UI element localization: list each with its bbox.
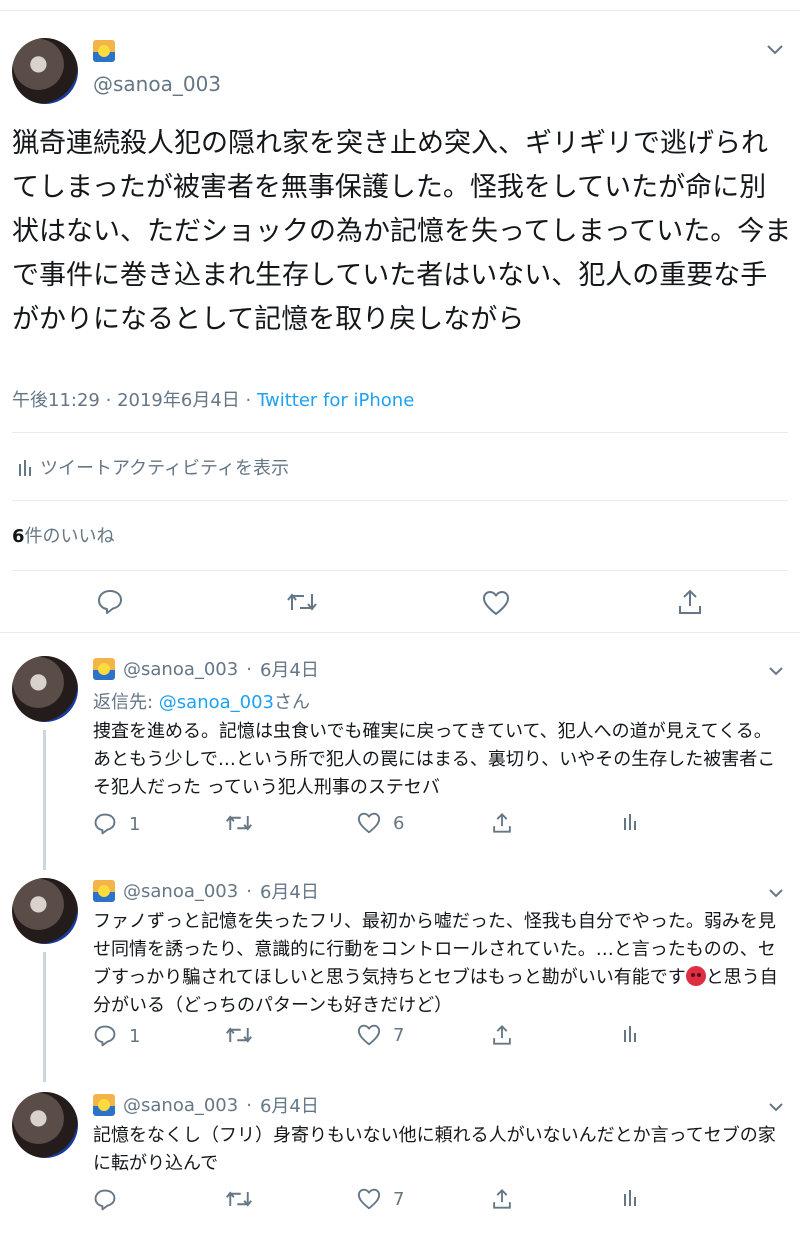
sunrise-emoji (93, 1094, 115, 1116)
reply-tweet[interactable]: @sanoa_003 · 6月4日 記憶をなくし（フリ）身寄りもいない他に頼れる… (0, 1092, 800, 1232)
chevron-down-icon[interactable] (766, 40, 784, 61)
meta-separator: · (245, 390, 252, 411)
stats-icon (18, 458, 32, 481)
like-button[interactable]: 7 (357, 1024, 404, 1046)
reply-to-suffix: さん (274, 692, 311, 713)
reply-to-link[interactable]: @sanoa_003 (159, 692, 274, 713)
reply-button[interactable]: 1 (93, 1024, 140, 1048)
reply-date[interactable]: 6月4日 (260, 1092, 319, 1118)
tweet-time: 午後11:29 (12, 390, 100, 411)
retweet-icon (225, 1027, 253, 1043)
share-icon[interactable] (676, 588, 704, 620)
tweet-date[interactable]: 2019年6月4日 (117, 390, 240, 411)
reply-actions: 1 6 (93, 812, 653, 838)
sunrise-emoji (93, 658, 115, 680)
meta-separator: · (246, 1094, 252, 1116)
retweet-icon (225, 815, 253, 831)
section-divider (0, 632, 800, 633)
reply-handle[interactable]: @sanoa_003 (123, 881, 238, 902)
reply-tweet[interactable]: @sanoa_003 · 6月4日 ファノずっと記憶を失ったフリ、最初から嘘だっ… (0, 878, 800, 1068)
meta-separator: · (246, 880, 252, 902)
likes-count-link[interactable]: 6件のいいね (12, 522, 115, 548)
like-icon (357, 1188, 381, 1210)
reply-to-prefix: 返信先: (93, 692, 159, 713)
avatar[interactable] (12, 38, 78, 104)
retweet-icon[interactable] (286, 590, 318, 618)
retweet-button[interactable] (225, 1188, 253, 1210)
stats-icon (624, 1190, 636, 1206)
retweet-icon (225, 1191, 253, 1207)
reply-handle[interactable]: @sanoa_003 (123, 1095, 238, 1116)
chevron-down-icon[interactable] (768, 882, 784, 903)
reply-tweet[interactable]: @sanoa_003 · 6月4日 返信先: @sanoa_003さん 捜査を進… (0, 656, 800, 846)
like-icon (357, 812, 381, 834)
reply-text-part: ファノずっと記憶を失ったフリ、最初から嘘だった、怪我も自分でやった。弱みを見せ同… (93, 911, 776, 988)
like-button[interactable]: 7 (357, 1188, 404, 1210)
reply-actions: 7 (93, 1188, 653, 1214)
reply-icon (94, 1189, 116, 1211)
reply-button[interactable]: 1 (93, 812, 140, 836)
reply-header: @sanoa_003 · 6月4日 (93, 1092, 319, 1118)
avatar[interactable] (12, 878, 78, 944)
meta-separator: · (105, 390, 112, 411)
meta-separator: · (246, 658, 252, 680)
reply-text: 捜査を進める。記憶は虫食いでも確実に戻ってきていて、犯人への道が見えてくる。あと… (93, 721, 776, 798)
sunrise-emoji (93, 880, 115, 902)
top-divider (0, 10, 800, 11)
stats-icon (624, 1026, 636, 1042)
reply-handle[interactable]: @sanoa_003 (123, 659, 238, 680)
tweet-text: 猟奇連続殺人犯の隠れ家を突き止め突入、ギリギリで逃げられてしまったが被害者を無事… (12, 128, 792, 335)
retweet-button[interactable] (225, 812, 253, 834)
tweet-meta: 午後11:29 · 2019年6月4日 · Twitter for iPhone (12, 386, 414, 412)
divider (12, 500, 788, 501)
chevron-down-icon[interactable] (768, 1096, 784, 1117)
avatar[interactable] (12, 656, 78, 722)
stats-button[interactable] (623, 812, 637, 830)
avatar[interactable] (12, 1092, 78, 1158)
likes-number: 6 (12, 526, 25, 547)
reply-date[interactable]: 6月4日 (260, 656, 319, 682)
activity-label: ツイートアクティビティを表示 (40, 458, 289, 479)
reply-date[interactable]: 6月4日 (260, 878, 319, 904)
share-icon (493, 1189, 511, 1209)
reply-actions: 1 7 (93, 1024, 653, 1050)
share-button[interactable] (491, 1024, 513, 1046)
angry-face-emoji (685, 966, 706, 986)
reply-icon (94, 1025, 116, 1047)
tweet-handle[interactable]: @sanoa_003 (93, 72, 221, 96)
like-count: 6 (393, 812, 405, 834)
reply-text: ファノずっと記憶を失ったフリ、最初から嘘だった、怪我も自分でやった。弱みを見せ同… (93, 908, 783, 1020)
retweet-button[interactable] (225, 1024, 253, 1046)
tweet-source-link[interactable]: Twitter for iPhone (257, 390, 414, 411)
reply-icon (94, 813, 116, 835)
reply-icon[interactable] (96, 588, 124, 620)
reply-to: 返信先: @sanoa_003さん (93, 688, 310, 714)
stats-button[interactable] (623, 1188, 637, 1206)
divider (12, 570, 788, 571)
like-button[interactable]: 6 (357, 812, 404, 834)
sunrise-emoji (93, 40, 115, 62)
stats-icon (624, 814, 636, 830)
reply-header: @sanoa_003 · 6月4日 (93, 656, 319, 682)
share-button[interactable] (491, 1188, 513, 1210)
like-icon (357, 1024, 381, 1046)
share-icon (493, 813, 511, 833)
like-count: 7 (393, 1024, 405, 1046)
reply-button[interactable] (93, 1188, 129, 1212)
like-count: 7 (393, 1188, 405, 1210)
stats-button[interactable] (623, 1024, 637, 1042)
share-icon (493, 1025, 511, 1045)
share-button[interactable] (491, 812, 513, 834)
reply-count: 1 (129, 1025, 141, 1047)
tweet-activity-link[interactable]: ツイートアクティビティを表示 (18, 454, 289, 481)
likes-label: 件のいいね (24, 526, 115, 547)
reply-count: 1 (129, 813, 141, 835)
chevron-down-icon[interactable] (768, 660, 784, 681)
like-icon[interactable] (482, 590, 510, 620)
divider (12, 432, 788, 433)
reply-header: @sanoa_003 · 6月4日 (93, 878, 319, 904)
reply-text: 記憶をなくし（フリ）身寄りもいない他に頼れる人がいないんだとか言ってセブの家に転… (93, 1125, 776, 1174)
